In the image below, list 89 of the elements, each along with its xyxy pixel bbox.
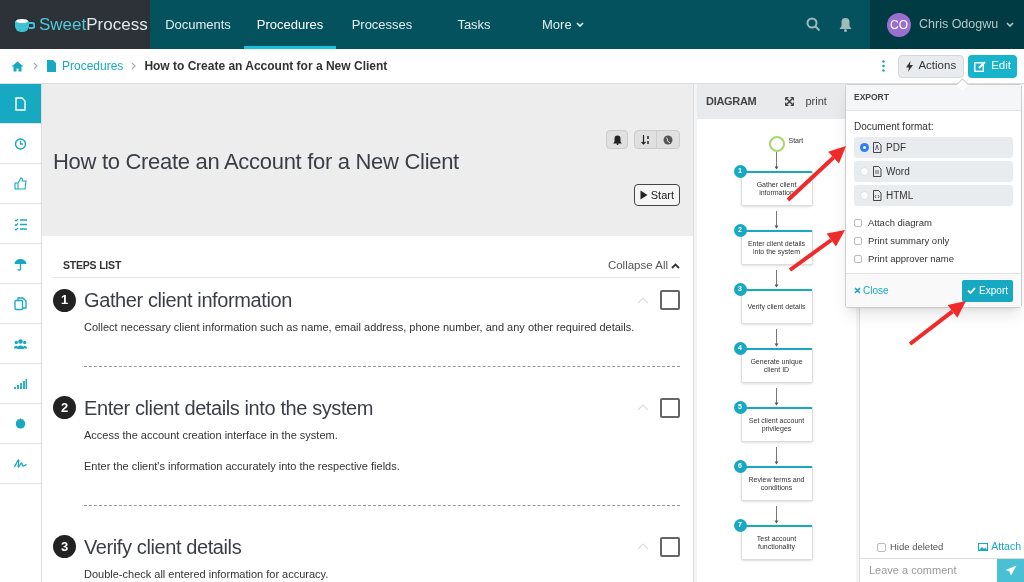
option-checkbox[interactable]: Print approver name — [854, 252, 1013, 266]
annotation-arrow — [908, 301, 966, 346]
step-description: Enter the client's information accurately into the respective fields. — [84, 459, 401, 474]
option-checkbox[interactable]: Print summary only — [854, 234, 1013, 248]
lightning-icon — [906, 60, 914, 72]
nav-tab[interactable]: Tasks — [428, 0, 520, 49]
user-name: Chris Odogwu — [919, 16, 999, 34]
document-icon — [14, 96, 27, 111]
step-checkbox[interactable] — [660, 536, 680, 557]
nav-tab[interactable]: Documents — [152, 0, 244, 49]
breadcrumb-current: How to Create an Account for a New Client — [144, 58, 388, 75]
user-menu[interactable]: CO Chris Odogwu — [870, 0, 1024, 49]
hide-deleted-checkbox[interactable]: Hide deleted — [877, 539, 944, 555]
image-icon — [978, 543, 989, 551]
steps-list-heading: STEPS LIST — [63, 257, 122, 273]
radio-button[interactable] — [860, 167, 869, 176]
chevron-down-icon — [575, 21, 584, 28]
step-number: 2 — [53, 396, 76, 419]
nav-tab[interactable]: Procedures — [244, 0, 336, 49]
procedure-title: How to Create an Account for a New Client — [53, 148, 460, 176]
step-title: Verify client details — [84, 534, 243, 560]
connector-arrow — [774, 270, 779, 289]
start-node — [768, 136, 785, 152]
bars-icon — [14, 376, 27, 391]
copy-icon — [14, 296, 27, 311]
notification-button[interactable] — [606, 130, 628, 149]
more-menu[interactable]: More — [542, 0, 584, 49]
expand-icon[interactable] — [785, 97, 795, 106]
format-label: Document format: — [854, 120, 935, 134]
thumb-icon — [14, 176, 27, 191]
connector-arrow — [774, 388, 779, 407]
search-icon[interactable] — [806, 17, 821, 32]
checklist-icon — [14, 216, 27, 231]
connector-arrow — [774, 211, 779, 230]
bell-icon — [612, 134, 622, 145]
send-icon — [1004, 565, 1017, 576]
step-number: 1 — [53, 288, 76, 312]
chevron-down-icon — [1006, 21, 1015, 28]
badge-icon — [14, 416, 27, 431]
clock-icon — [14, 136, 27, 151]
actions-button[interactable]: Actions — [898, 54, 965, 78]
popover-title: EXPORT — [854, 91, 889, 104]
print-link[interactable]: print — [805, 93, 827, 110]
home-icon[interactable] — [11, 60, 24, 72]
chevron-up-icon — [671, 262, 680, 269]
connector-arrow — [774, 152, 779, 171]
step-description: Double-check all entered information for accuracy. — [84, 566, 330, 582]
connector-arrow — [774, 447, 779, 466]
app-logo-text: SweetProcess — [39, 13, 148, 36]
start-button[interactable]: Start — [633, 184, 680, 206]
edit-icon — [974, 60, 987, 72]
format-option[interactable]: HTML — [854, 185, 1013, 206]
option-checkbox[interactable]: Attach diagram — [854, 216, 1013, 230]
step-checkbox[interactable] — [660, 397, 680, 418]
step-title: Gather client information — [84, 288, 293, 313]
step-number: 3 — [53, 535, 76, 558]
collapse-all-link[interactable]: Collapse All — [607, 256, 680, 275]
check-icon — [967, 287, 977, 294]
close-icon — [854, 287, 861, 294]
step-description: Collect necessary client information such as name, email address, phone number, and any other required details. — [84, 320, 636, 335]
connector-arrow — [774, 506, 779, 525]
nav-tab[interactable]: Processes — [336, 0, 428, 49]
umbrella-icon — [14, 256, 27, 271]
format-option[interactable]: PDF — [854, 137, 1013, 158]
file-icon — [873, 142, 882, 153]
sort-icon — [640, 134, 651, 145]
bell-icon[interactable] — [839, 17, 852, 32]
document-icon — [47, 60, 56, 72]
globe-icon — [663, 134, 673, 145]
file-icon — [873, 166, 882, 177]
step-description: Access the account creation interface in the system. — [84, 427, 339, 443]
chevron-right-icon — [33, 62, 38, 70]
format-option[interactable]: Word — [854, 161, 1013, 182]
cup-logo-icon — [13, 16, 35, 33]
radio-button[interactable] — [860, 191, 869, 200]
file-icon — [873, 190, 882, 201]
radio-button[interactable] — [860, 143, 869, 152]
step-checkbox[interactable] — [660, 290, 680, 310]
kebab-menu-icon[interactable] — [882, 60, 886, 72]
step-title: Enter client details into the system — [84, 395, 375, 421]
users-icon — [14, 336, 27, 351]
chevron-right-icon — [131, 62, 137, 70]
connector-arrow — [774, 329, 779, 348]
diagram-title: DIAGRAM — [706, 94, 757, 110]
user-avatar: CO — [887, 12, 911, 37]
signature-icon — [14, 456, 27, 471]
sidebar-tab[interactable] — [0, 84, 41, 124]
send-button[interactable] — [997, 559, 1024, 582]
play-icon — [639, 190, 648, 200]
